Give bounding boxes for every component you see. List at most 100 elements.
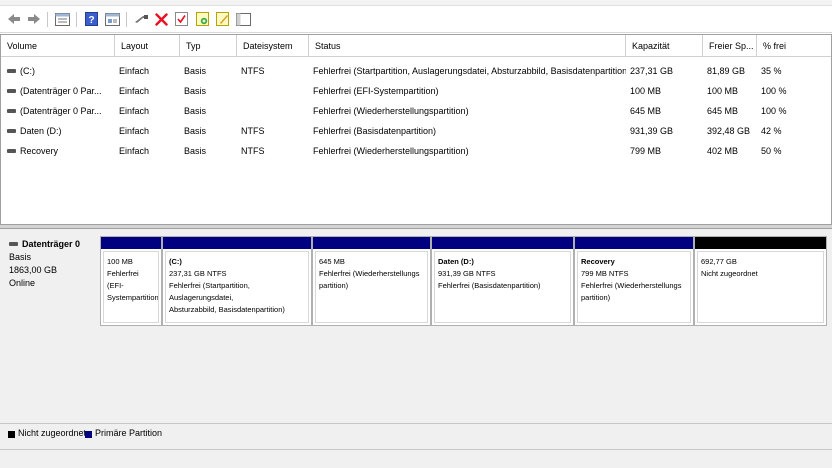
column-header-typ[interactable]: Typ: [180, 35, 237, 57]
partition-status: Fehlerfrei (Basisdatenpartition): [438, 281, 541, 290]
column-header-freier-speicher[interactable]: Freier Sp...: [703, 35, 757, 57]
layout-cell: Einfach: [119, 106, 150, 116]
status-cell: Fehlerfrei (EFI-Systempartition): [313, 86, 439, 96]
status-cell: Fehlerfrei (Basisdatenpartition): [313, 126, 437, 136]
volume-cell: (Datenträger 0 Par...: [1, 81, 115, 101]
partition-status-cont: partition): [581, 293, 611, 302]
legend-label-unallocated: Nicht zugeordnet: [18, 428, 87, 438]
freier-speicher-cell: 81,89 GB: [707, 66, 746, 76]
partition-body: Recovery 799 MB NTFS Fehlerfrei (Wiederh…: [577, 251, 691, 323]
disk-graph-pane: Datenträger 0 Basis 1863,00 GB Online 10…: [0, 229, 832, 449]
volume-icon: [7, 88, 16, 93]
table-row[interactable]: (C:) Einfach Basis NTFS Fehlerfrei (Star…: [1, 61, 831, 81]
partition-status: Fehlerfrei (Startpartition, Auslagerungs…: [169, 281, 250, 302]
volume-cell: Recovery: [1, 141, 115, 161]
partition-unallocated[interactable]: 692,77 GB Nicht zugeordnet: [694, 236, 827, 326]
freier-speicher-cell: 392,48 GB: [707, 126, 751, 136]
partition-daten-d[interactable]: Daten (D:) 931,39 GB NTFS Fehlerfrei (Ba…: [431, 236, 574, 326]
freier-speicher-cell: 645 MB: [707, 106, 739, 116]
prozent-frei-cell: 42 %: [761, 126, 782, 136]
disk-state: Online: [9, 278, 36, 288]
legend-label-primary: Primäre Partition: [95, 428, 163, 438]
disk-name: Datenträger 0: [22, 239, 81, 249]
partition-type-bar: [163, 237, 311, 249]
table-row[interactable]: (Datenträger 0 Par... Einfach Basis Fehl…: [1, 101, 831, 121]
volume-name: (Datenträger 0 Par...: [20, 86, 102, 96]
volume-icon: [7, 68, 16, 73]
disk-list-icon[interactable]: [54, 11, 70, 27]
volume-icon: [7, 108, 16, 113]
partition-body: 645 MB Fehlerfrei (Wiederherstellungs pa…: [315, 251, 428, 323]
partition-status-cont: partition): [319, 281, 349, 290]
layout-cell: Einfach: [119, 86, 150, 96]
volume-icon: [7, 148, 16, 153]
partition-body: Daten (D:) 931,39 GB NTFS Fehlerfrei (Ba…: [434, 251, 571, 323]
volume-cell: Daten (D:): [1, 121, 115, 141]
column-header-status[interactable]: Status: [309, 35, 626, 57]
forward-arrow-icon[interactable]: [26, 11, 42, 27]
prozent-frei-cell: 100 %: [761, 106, 787, 116]
partition-body: 100 MB Fehlerfrei (EFI- Systempartition): [103, 251, 159, 323]
kapazitaet-cell: 100 MB: [630, 86, 662, 96]
partition-recovery-645[interactable]: 645 MB Fehlerfrei (Wiederherstellungs pa…: [312, 236, 431, 326]
partition-type-bar: [432, 237, 573, 249]
table-row[interactable]: (Datenträger 0 Par... Einfach Basis Fehl…: [1, 81, 831, 101]
column-header-kapazitaet[interactable]: Kapazität: [626, 35, 703, 57]
disk-info[interactable]: Datenträger 0 Basis 1863,00 GB Online: [5, 236, 97, 326]
disk-size: 1863,00 GB: [9, 265, 58, 275]
connect-drive-icon[interactable]: [133, 11, 149, 27]
partition-efi[interactable]: 100 MB Fehlerfrei (EFI- Systempartition): [100, 236, 162, 326]
partition-recovery[interactable]: Recovery 799 MB NTFS Fehlerfrei (Wiederh…: [574, 236, 694, 326]
partition-body: (C:) 237,31 GB NTFS Fehlerfrei (Startpar…: [165, 251, 309, 323]
column-header-dateisystem[interactable]: Dateisystem: [237, 35, 309, 57]
toolbar: ?: [0, 6, 832, 33]
legend-swatch-unallocated: [8, 431, 15, 438]
freier-speicher-cell: 100 MB: [707, 86, 739, 96]
volume-list: Volume Layout Typ Dateisystem Status Kap…: [0, 34, 832, 224]
table-row[interactable]: Recovery Einfach Basis NTFS Fehlerfrei (…: [1, 141, 831, 161]
partition-body: 692,77 GB Nicht zugeordnet: [697, 251, 824, 323]
dateisystem-cell: [237, 101, 309, 121]
partition-status: Fehlerfrei (Wiederherstellungs: [319, 269, 420, 278]
volume-name: Daten (D:): [20, 126, 62, 136]
partition-name: Recovery: [581, 257, 615, 266]
dateisystem-cell: NTFS: [241, 66, 265, 76]
table-row[interactable]: Daten (D:) Einfach Basis NTFS Fehlerfrei…: [1, 121, 831, 141]
kapazitaet-cell: 799 MB: [630, 146, 662, 156]
layout-cell: Einfach: [119, 146, 150, 156]
console-icon[interactable]: [235, 11, 251, 27]
partition-status: Nicht zugeordnet: [701, 269, 758, 278]
partition-type-bar: [101, 237, 161, 249]
new-volume-icon[interactable]: [194, 11, 210, 27]
dateisystem-cell: NTFS: [241, 146, 265, 156]
checkmark-icon[interactable]: [173, 11, 189, 27]
status-bar: [0, 449, 832, 468]
edit-icon[interactable]: [214, 11, 230, 27]
delete-x-icon[interactable]: [153, 11, 169, 27]
partition-status: Fehlerfrei (EFI-: [107, 269, 139, 290]
partition-size: 100 MB: [107, 257, 133, 266]
layout-cell: Einfach: [119, 126, 150, 136]
partition-c[interactable]: (C:) 237,31 GB NTFS Fehlerfrei (Startpar…: [162, 236, 312, 326]
partition-type-bar: [575, 237, 693, 249]
status-cell: Fehlerfrei (Wiederherstellungspartition): [313, 106, 469, 116]
volume-name: (Datenträger 0 Par...: [20, 106, 102, 116]
typ-cell: Basis: [184, 66, 207, 76]
kapazitaet-cell: 931,39 GB: [630, 126, 674, 136]
partition-name: Daten (D:): [438, 257, 474, 266]
column-header-layout[interactable]: Layout: [115, 35, 180, 57]
dateisystem-cell: NTFS: [241, 126, 265, 136]
typ-cell: Basis: [184, 86, 207, 96]
help-icon[interactable]: ?: [83, 11, 99, 27]
back-arrow-icon[interactable]: [6, 11, 22, 27]
column-header-volume[interactable]: Volume: [1, 35, 115, 57]
column-header-prozent-frei[interactable]: % frei: [757, 35, 831, 57]
prozent-frei-cell: 35 %: [761, 66, 782, 76]
kapazitaet-cell: 645 MB: [630, 106, 662, 116]
partition-size: 237,31 GB NTFS: [169, 269, 227, 278]
partition-name: (C:): [169, 257, 182, 266]
typ-cell: Basis: [184, 126, 207, 136]
properties-icon[interactable]: [104, 11, 120, 27]
partition-size: 931,39 GB NTFS: [438, 269, 496, 278]
legend: Nicht zugeordnet Primäre Partition: [0, 423, 832, 447]
